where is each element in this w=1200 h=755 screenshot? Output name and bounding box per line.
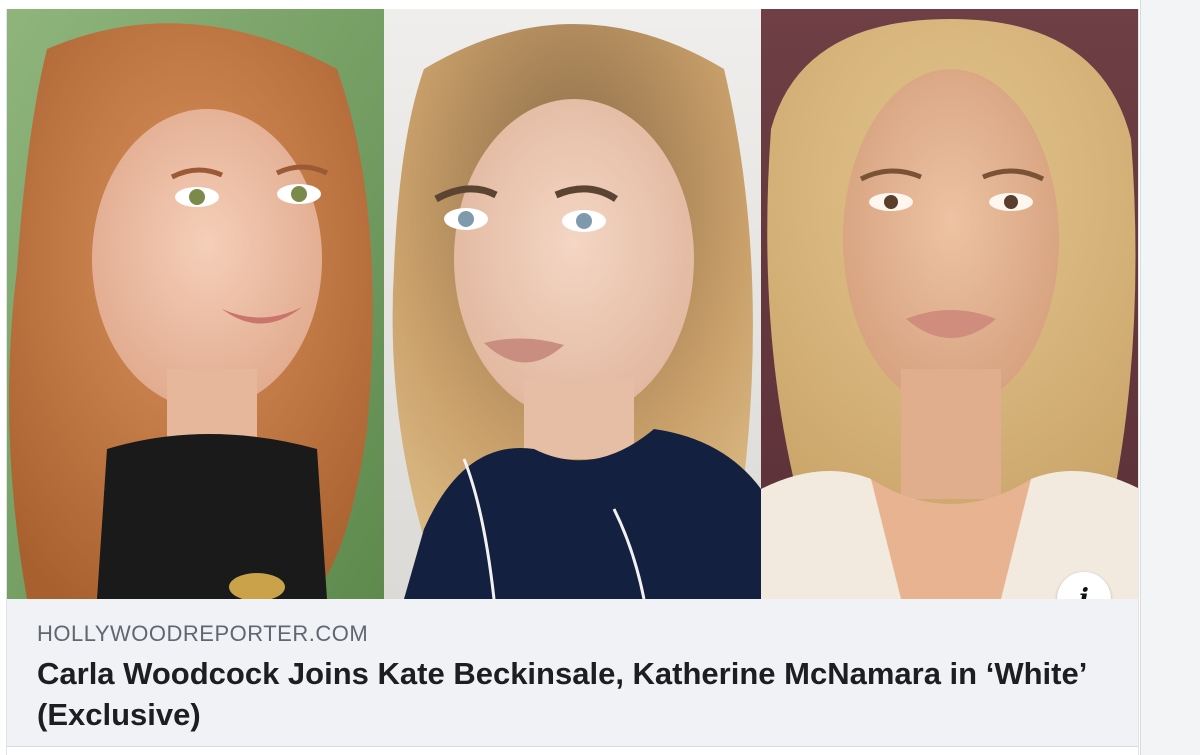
link-preview-card[interactable]: i HOLLYWOODREPORTER.COM Carla Woodcock J… (6, 9, 1139, 755)
portrait-photo-center (384, 9, 761, 599)
portrait-photo-right (761, 9, 1138, 599)
page: i HOLLYWOODREPORTER.COM Carla Woodcock J… (0, 0, 1200, 755)
link-domain: HOLLYWOODREPORTER.COM (37, 621, 369, 646)
scroll-gutter (1140, 0, 1200, 755)
card-bottom-edge (7, 746, 1138, 755)
preview-image-collage[interactable] (7, 9, 1138, 599)
link-headline[interactable]: Carla Woodcock Joins Kate Beckinsale, Ka… (37, 653, 1097, 735)
link-preview-text[interactable]: HOLLYWOODREPORTER.COM Carla Woodcock Joi… (7, 599, 1138, 755)
portrait-photo-left (7, 9, 384, 599)
